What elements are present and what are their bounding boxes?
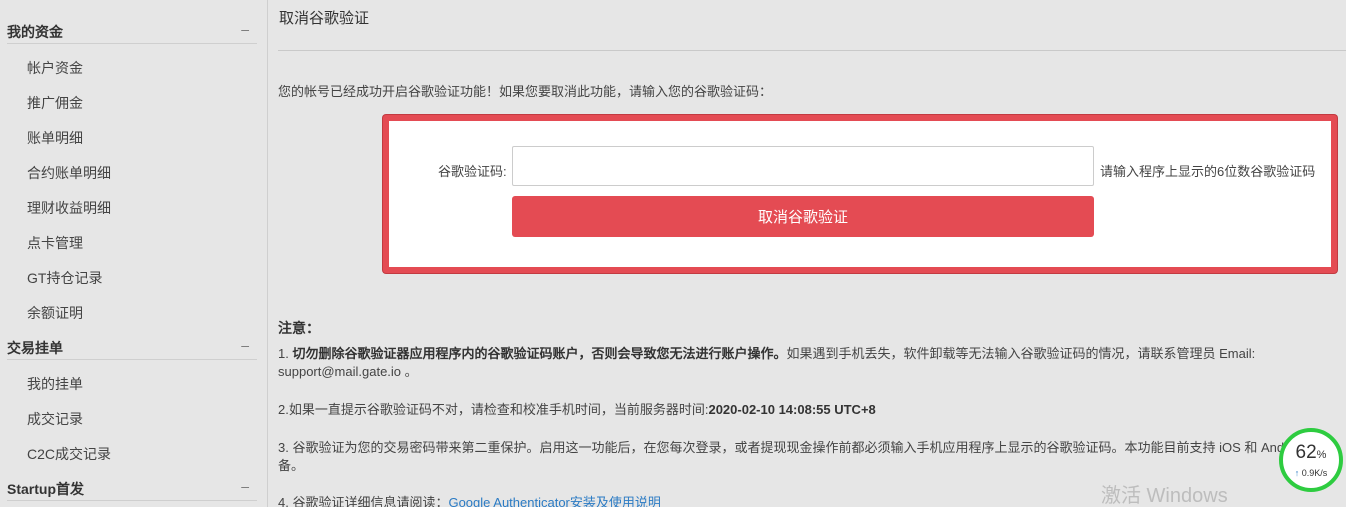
cancel-verification-form: 谷歌验证码: 请输入程序上显示的6位数谷歌验证码 取消谷歌验证 (383, 115, 1337, 273)
intro-text: 您的帐号已经成功开启谷歌验证功能！如果您要取消此功能，请输入您的谷歌验证码： (278, 84, 773, 99)
sidebar-item-account-funds[interactable]: 帐户资金 (27, 58, 83, 78)
sidebar-group-title: 交易挂单 (7, 340, 63, 356)
sidebar-item-point-card[interactable]: 点卡管理 (27, 233, 83, 253)
windows-activation-watermark: 激活 Windows (1101, 485, 1228, 507)
sidebar-item-trade-history[interactable]: 成交记录 (27, 409, 83, 429)
percent-unit: % (1316, 449, 1327, 461)
divider (278, 50, 1346, 51)
notes-title: 注意： (278, 320, 320, 336)
note-1: 1. 切勿删除谷歌验证器应用程序内的谷歌验证码账户，否则会导致您无法进行账户操作… (278, 345, 1338, 381)
cancel-google-verification-button[interactable]: 取消谷歌验证 (512, 196, 1094, 237)
speed-value: 0.9K/s (1301, 468, 1328, 478)
page-title: 取消谷歌验证 (279, 10, 370, 27)
sidebar-item-contract-bill-details[interactable]: 合约账单明细 (27, 163, 111, 183)
code-hint: 请输入程序上显示的6位数谷歌验证码 (1100, 164, 1316, 179)
sidebar-group-startup[interactable]: Startup首发 – (7, 475, 257, 501)
authenticator-guide-link[interactable]: Google Authenticator安装及使用说明 (448, 495, 660, 507)
note-4-text: 4. 谷歌验证详细信息请阅读： (278, 495, 449, 507)
code-label: 谷歌验证码: (438, 164, 507, 179)
cpu-percent: 62% (1283, 442, 1339, 464)
sidebar-item-referral-commission[interactable]: 推广佣金 (27, 93, 83, 113)
upload-arrow-icon: ↑ (1294, 468, 1300, 478)
sidebar-group-funds[interactable]: 我的资金 – (7, 18, 257, 44)
note-2: 2.如果一直提示谷歌验证码不对，请检查和校准手机时间，当前服务器时间:2020-… (278, 401, 1338, 419)
collapse-icon[interactable]: – (241, 21, 249, 37)
note-3-text: 3. 谷歌验证为您的交易密码带来第二重保护。启用这一功能后，在您每次登录，或者提… (278, 440, 1285, 455)
sidebar-group-orders[interactable]: 交易挂单 – (7, 334, 257, 360)
collapse-icon[interactable]: – (241, 337, 249, 353)
percent-value: 62 (1295, 442, 1317, 463)
sidebar-group-title: Startup首发 (7, 481, 84, 497)
sidebar-group-title: 我的资金 (7, 24, 63, 40)
network-monitor-widget[interactable]: 62% ↑ 0.9K/s (1279, 428, 1343, 492)
sidebar-item-balance-proof[interactable]: 余额证明 (27, 303, 83, 323)
main-content: 取消谷歌验证 您的帐号已经成功开启谷歌验证功能！如果您要取消此功能，请输入您的谷… (268, 0, 1346, 507)
sidebar-item-my-orders[interactable]: 我的挂单 (27, 374, 83, 394)
note-2-text: 2.如果一直提示谷歌验证码不对，请检查和校准手机时间，当前服务器时间: (278, 402, 709, 417)
note-1-prefix: 1. (278, 346, 293, 361)
collapse-icon[interactable]: – (241, 478, 249, 494)
sidebar-item-bill-details[interactable]: 账单明细 (27, 128, 83, 148)
sidebar: 我的资金 – 帐户资金 推广佣金 账单明细 合约账单明细 理财收益明细 点卡管理… (0, 0, 268, 507)
note-3: 3. 谷歌验证为您的交易密码带来第二重保护。启用这一功能后，在您每次登录，或者提… (278, 439, 1338, 475)
note-1-warning: 切勿删除谷歌验证器应用程序内的谷歌验证码账户，否则会导致您无法进行账户操作。 (292, 346, 787, 361)
note-1-text: 如果遇到手机丢失，软件卸载等无法输入谷歌验证码的情况，请联系管理员 Email: (786, 346, 1256, 361)
sidebar-item-finance-earnings[interactable]: 理财收益明细 (27, 198, 111, 218)
server-time: 2020-02-10 14:08:55 UTC+8 (708, 402, 876, 417)
google-code-input[interactable] (512, 146, 1094, 186)
network-speed: ↑ 0.9K/s (1283, 468, 1339, 478)
sidebar-item-gt-holdings[interactable]: GT持仓记录 (27, 268, 102, 288)
support-email: support@mail.gate.io 。 (278, 364, 418, 379)
note-3-text-line2: 备。 (278, 458, 305, 473)
sidebar-item-c2c-history[interactable]: C2C成交记录 (27, 444, 111, 464)
